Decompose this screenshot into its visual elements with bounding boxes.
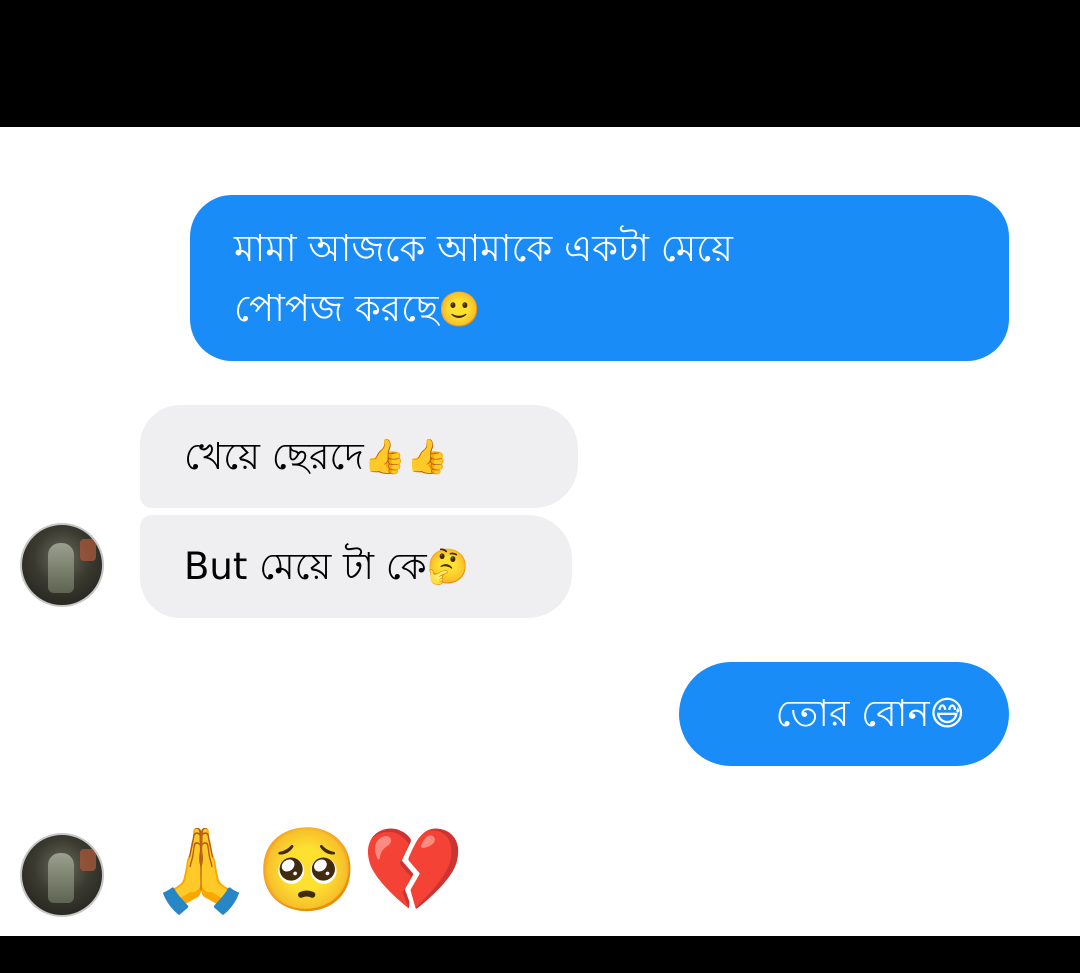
message-text: পোপজ করছে <box>234 287 439 330</box>
message-text: মামা আজকে আমাকে একটা মেয়ে <box>234 227 733 270</box>
message-text: খেয়ে ছেরদে <box>184 434 364 478</box>
chat-thread[interactable]: মামা আজকে আমাকে একটা মেয়ে পোপজ করছে🙂 খে… <box>0 127 1080 936</box>
incoming-message-bubble[interactable]: খেয়ে ছেরদে 👍👍 <box>140 405 578 508</box>
avatar-photo-detail <box>80 849 96 871</box>
avatar-photo-figure <box>48 543 74 593</box>
avatar-photo-figure <box>48 853 74 903</box>
thinking-face-emoji-icon: 🤔 <box>426 546 469 587</box>
bottom-letterbox <box>0 936 1080 973</box>
emoji-only-message[interactable]: 🙏🥺💔 <box>150 821 468 921</box>
avatar-photo-detail <box>80 539 96 561</box>
sweat-smile-emoji-icon: 😅 <box>929 694 965 734</box>
outgoing-message-bubble[interactable]: তোর বোন 😅 <box>679 662 1009 766</box>
slight-smile-emoji-icon: 🙂 <box>438 290 481 330</box>
contact-avatar[interactable] <box>20 833 104 917</box>
message-text: But মেয়ে টা কে <box>184 544 427 588</box>
contact-avatar[interactable] <box>20 523 104 607</box>
outgoing-message-bubble[interactable]: মামা আজকে আমাকে একটা মেয়ে পোপজ করছে🙂 <box>190 195 1009 361</box>
top-letterbox <box>0 0 1080 127</box>
message-text: তোর বোন <box>775 692 930 735</box>
incoming-message-bubble[interactable]: But মেয়ে টা কে 🤔 <box>140 515 572 618</box>
thumbs-up-emoji-icon: 👍👍 <box>363 436 449 477</box>
